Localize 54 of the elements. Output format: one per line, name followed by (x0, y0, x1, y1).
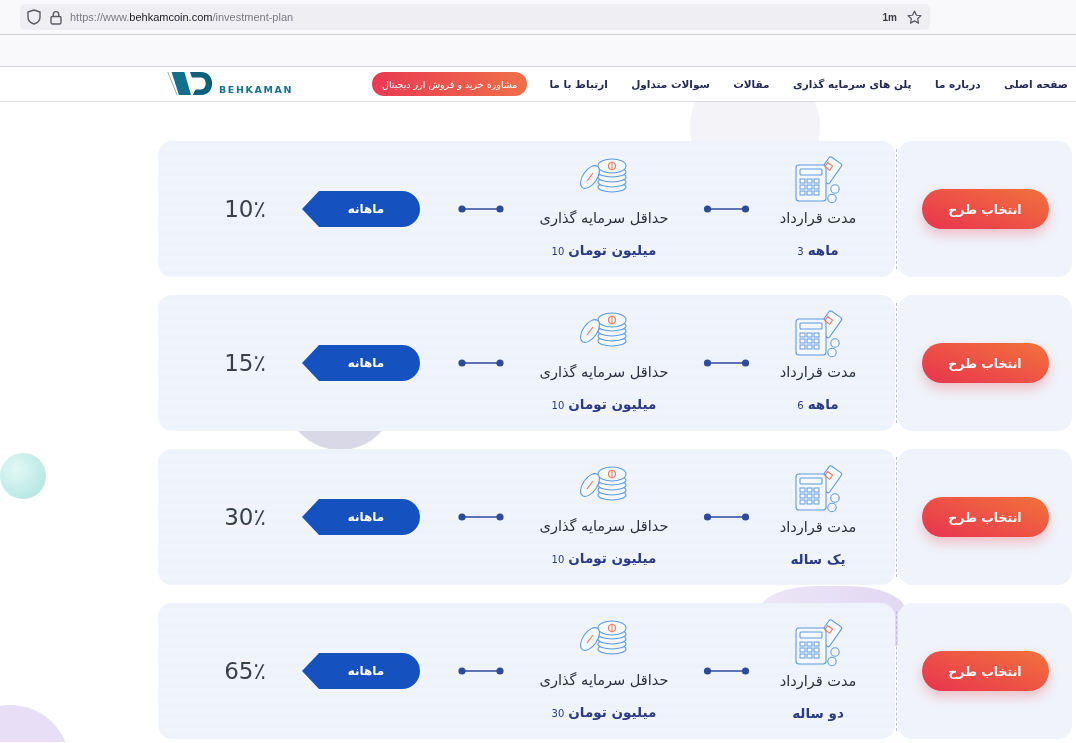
return-rate: 10٪ (223, 196, 267, 222)
consult-button[interactable]: مشاوره خرید و فروش ارز دیجیتال (372, 72, 528, 96)
address-bar[interactable]: https://www.behkamcoin.com/investment-plan 1m (20, 4, 930, 30)
bookmark-star-icon[interactable] (907, 9, 922, 25)
coins-icon (578, 155, 630, 193)
period-tag: ماهانه (302, 499, 420, 535)
duration-label: مدت قرارداد (779, 363, 857, 383)
period-tag: ماهانه (302, 653, 420, 689)
select-plan-button[interactable]: انتخاب طرح (921, 497, 1049, 537)
min-investment-label: حداقل سرمایه گذاری (539, 517, 669, 536)
logo-text: BEHKAMAN (219, 84, 293, 96)
lock-icon[interactable] (50, 9, 62, 25)
duration-value: یک ساله (790, 550, 846, 569)
return-rate: 65٪ (223, 658, 267, 684)
min-investment-label: حداقل سرمایه گذاری (539, 363, 669, 382)
period-tag: ماهانه (302, 191, 420, 227)
decor-circle (0, 453, 46, 499)
min-investment-label: حداقل سرمایه گذاری (539, 209, 669, 228)
coins-icon (578, 617, 630, 655)
min-investment-label: حداقل سرمایه گذاری (539, 671, 669, 690)
nav-link[interactable]: صفحه اصلی (1004, 78, 1068, 90)
select-plan-button[interactable]: انتخاب طرح (921, 651, 1049, 691)
calculator-icon (792, 464, 844, 514)
duration-label: مدت قرارداد (779, 209, 857, 229)
return-rate: 15٪ (223, 350, 267, 376)
return-rate: 30٪ (223, 504, 267, 530)
select-plan-button[interactable]: انتخاب طرح (921, 343, 1049, 383)
line-connector-icon (458, 667, 504, 675)
nav-link[interactable]: درباره ما (934, 78, 981, 90)
line-connector-icon (703, 359, 750, 367)
shield-icon[interactable] (27, 9, 41, 25)
nav-link[interactable]: ارتباط با ما (549, 78, 608, 90)
line-connector-icon (458, 205, 504, 213)
logo-mark[interactable] (165, 72, 215, 96)
line-connector-icon (703, 513, 750, 521)
coins-icon (578, 309, 630, 347)
line-connector-icon (458, 359, 504, 367)
period-tag: ماهانه (302, 345, 420, 381)
duration-label: مدت قرارداد (779, 518, 857, 538)
duration-label: مدت قرارداد (779, 672, 857, 692)
nav-link[interactable]: پلن های سرمایه گذاری (793, 78, 912, 90)
line-connector-icon (458, 513, 504, 521)
calculator-icon (792, 618, 844, 668)
duration-value: دو ساله (792, 704, 844, 723)
select-plan-button[interactable]: انتخاب طرح (921, 189, 1049, 229)
line-connector-icon (703, 205, 750, 213)
nav-link[interactable]: سوالات متداول (631, 78, 710, 90)
line-connector-icon (703, 667, 750, 675)
calculator-icon (792, 309, 844, 359)
status-label: 1m (882, 11, 897, 23)
calculator-icon (792, 155, 844, 205)
coins-icon (578, 463, 630, 501)
nav-link[interactable]: مقالات (733, 78, 770, 90)
url-text: https://www.behkamcoin.com/investment-plan (70, 11, 294, 23)
